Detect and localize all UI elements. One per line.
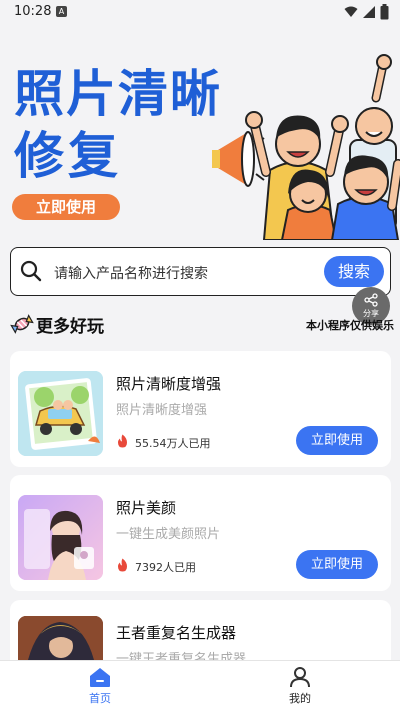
use-now-button[interactable]: 立即使用: [296, 550, 378, 579]
card-title: 照片清晰度增强: [116, 375, 222, 393]
card-description: 一键生成美颜照片: [116, 527, 221, 542]
section-note: 本小程序仅供娱乐: [306, 319, 394, 332]
share-icon: [364, 293, 378, 307]
section-header: 更多好玩 本小程序仅供娱乐: [0, 308, 400, 340]
car-illustration-image: [18, 371, 103, 456]
section-title: 更多好玩: [36, 317, 104, 337]
banner-title-line2: 修复: [14, 127, 122, 185]
tab-mine[interactable]: 我的: [270, 665, 330, 709]
tool-card-photo-enhance[interactable]: 照片清晰度增强 照片清晰度增强 55.54万人已用 立即使用: [10, 351, 391, 467]
usage-count: 7392人已用: [135, 561, 196, 574]
wifi-icon: [344, 6, 358, 17]
tab-home-label: 首页: [89, 692, 111, 705]
status-bar: 10:28 A: [0, 0, 400, 26]
profile-icon: [290, 667, 310, 688]
tool-card-beauty[interactable]: 照片美颜 一键生成美颜照片 7392人已用 立即使用: [10, 475, 391, 591]
card-thumbnail: [18, 371, 103, 456]
candy-icon: [10, 314, 34, 334]
card-description: 照片清晰度增强: [116, 403, 208, 418]
tab-mine-label: 我的: [289, 692, 311, 705]
card-title: 王者重复名生成器: [116, 624, 237, 642]
promo-banner[interactable]: 照片清晰 修复 立即使用: [0, 26, 400, 240]
signal-icon: [363, 6, 375, 18]
cheering-people-illustration: [212, 54, 400, 240]
bottom-tab-bar: 首页 我的: [0, 660, 400, 710]
banner-title-line1: 照片清晰: [14, 65, 222, 123]
search-bar[interactable]: 请输入产品名称进行搜索 搜索: [10, 247, 391, 296]
banner-use-now-button[interactable]: 立即使用: [12, 194, 120, 220]
search-input[interactable]: 请输入产品名称进行搜索: [54, 263, 208, 283]
portrait-image: [18, 495, 103, 580]
battery-icon: [380, 4, 389, 20]
game-character-image: [18, 616, 103, 660]
card-thumbnail: [18, 616, 103, 660]
tool-card-name-generator[interactable]: 王者重复名生成器 一键王者重复名生成器: [10, 600, 391, 667]
use-now-button[interactable]: 立即使用: [296, 426, 378, 455]
notification-icon: A: [56, 6, 67, 17]
search-button[interactable]: 搜索: [324, 256, 384, 287]
status-time: 10:28: [14, 4, 52, 19]
fire-icon: [118, 558, 127, 572]
card-title: 照片美颜: [116, 499, 177, 517]
usage-count: 55.54万人已用: [135, 437, 211, 450]
search-icon: [20, 260, 42, 282]
tab-home[interactable]: 首页: [70, 665, 130, 709]
fire-icon: [118, 434, 127, 448]
home-icon: [90, 668, 110, 687]
card-thumbnail: [18, 495, 103, 580]
